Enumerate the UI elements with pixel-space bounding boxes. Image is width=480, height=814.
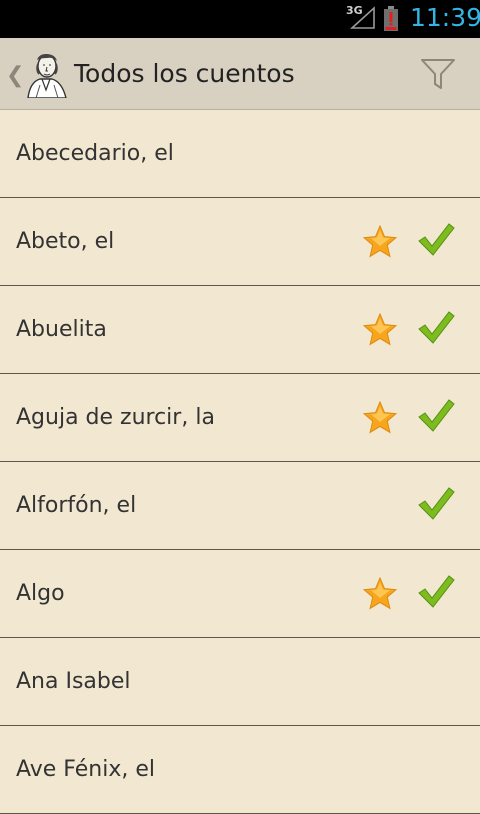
author-portrait-icon[interactable] [24,52,68,98]
read-check-icon[interactable] [416,572,456,612]
read-check-icon[interactable] [416,220,456,260]
story-title: Abuelita [16,317,107,342]
status-bar: 3G 11:39 [0,0,480,38]
favorite-star-icon[interactable] [362,312,398,348]
battery-alert-icon [384,6,398,31]
story-row[interactable]: Alforfón, el [0,462,480,550]
story-title: Aguja de zurcir, la [16,405,215,430]
favorite-star-icon[interactable] [362,400,398,436]
story-title: Algo [16,581,65,606]
story-title: Abeto, el [16,229,115,254]
action-bar: ❮ Todos los cuentos [0,38,480,110]
story-row[interactable]: Abecedario, el [0,110,480,198]
page-title: Todos los cuentos [74,59,295,88]
status-clock: 11:39 [410,3,480,32]
story-title: Ana Isabel [16,669,131,694]
filter-icon[interactable] [420,58,456,90]
favorite-star-icon[interactable] [362,224,398,260]
story-row[interactable]: Abuelita [0,286,480,374]
favorite-star-icon[interactable] [362,576,398,612]
story-title: Ave Fénix, el [16,757,156,782]
read-check-icon[interactable] [416,396,456,436]
back-chevron-icon[interactable]: ❮ [6,62,24,88]
story-title: Alforfón, el [16,493,137,518]
story-title: Abecedario, el [16,141,174,166]
story-list: Abecedario, el Abeto, el Abuelita Aguja … [0,110,480,814]
story-row[interactable]: Ana Isabel [0,638,480,726]
network-type-label: 3G [346,4,363,17]
story-row[interactable]: Ave Fénix, el [0,726,480,814]
story-row[interactable]: Abeto, el [0,198,480,286]
story-row[interactable]: Algo [0,550,480,638]
story-row[interactable]: Aguja de zurcir, la [0,374,480,462]
read-check-icon[interactable] [416,308,456,348]
read-check-icon[interactable] [416,484,456,524]
